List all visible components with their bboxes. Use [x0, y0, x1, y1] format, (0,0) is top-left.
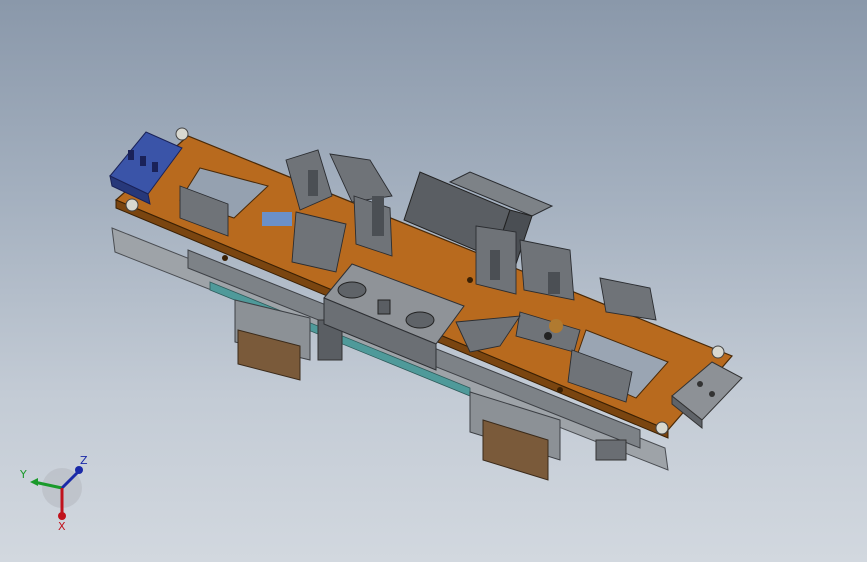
y-axis-arrow-icon [30, 478, 38, 486]
z-axis-label: Z [80, 454, 88, 467]
y-axis-label: Y [19, 468, 27, 481]
orientation-triad[interactable]: Y Z X [14, 454, 94, 534]
x-axis-arrow-icon [58, 512, 66, 520]
x-axis-label: X [58, 520, 66, 533]
cad-graphics-viewport[interactable]: Y Z X [0, 0, 867, 562]
fixture-assembly-model[interactable] [0, 0, 867, 562]
z-axis-arrow-icon [75, 466, 83, 474]
